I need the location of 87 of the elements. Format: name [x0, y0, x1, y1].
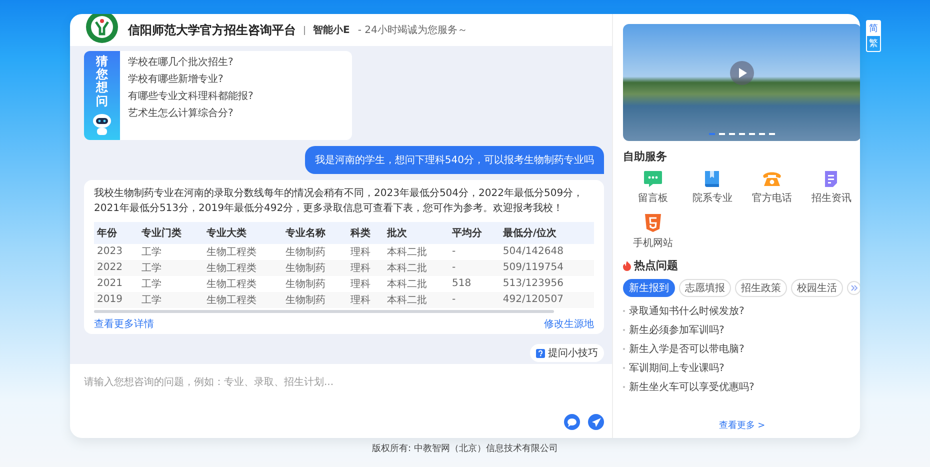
- table-cell: 518: [449, 276, 500, 292]
- column-header: 批次: [384, 222, 450, 244]
- flame-icon: [623, 260, 631, 270]
- column-header: 年份: [94, 222, 138, 244]
- column-header: 最低分/位次: [500, 222, 594, 244]
- table-cell: 本科二批: [384, 276, 450, 292]
- column-header: 科类: [347, 222, 384, 244]
- suggested-question[interactable]: 有哪些专业文科理科都能报?: [128, 87, 344, 104]
- table-cell: 2021: [94, 276, 138, 292]
- table-cell: -: [449, 244, 500, 260]
- robot-icon: [91, 112, 113, 136]
- suggestions-title: 猜您想问: [96, 55, 108, 108]
- topic-tab[interactable]: 招生政策: [735, 279, 787, 297]
- school-logo: [85, 14, 119, 44]
- table-cell: 理科: [347, 276, 384, 292]
- copyright-text: 版权所有: 中教智网（北京）信息技术有限公司: [371, 442, 559, 455]
- topic-tab[interactable]: 校园生活: [791, 279, 843, 297]
- question-input[interactable]: 请输入您想咨询的问题，例如：专业、录取、招生计划...: [82, 376, 604, 389]
- table-cell: 生物制药: [282, 292, 348, 308]
- html5-shield-icon: [644, 213, 662, 233]
- assistant-name: 智能小E: [313, 24, 350, 37]
- column-header: 专业门类: [138, 222, 204, 244]
- column-header: 专业大类: [203, 222, 282, 244]
- table-cell: 生物制药: [282, 276, 348, 292]
- column-header: 平均分: [449, 222, 500, 244]
- answer-text: 我校生物制药专业在河南的录取分数线每年的情况会稍有不同，2023年最低分504分，2022年最低分509分，2021年最低分513分，2019年最低分492分，更多录取信息可查看下表，您可作为参考。欢迎报考我校！: [94, 186, 584, 216]
- service-item[interactable]: 招生资讯: [802, 170, 860, 205]
- service-item[interactable]: 留言板: [623, 170, 682, 205]
- chat-button[interactable]: [564, 414, 580, 430]
- answer-link[interactable]: 修改生源地: [544, 316, 594, 331]
- play-icon[interactable]: [730, 61, 754, 86]
- chat-icon: [567, 418, 577, 426]
- paper-plane-icon: [592, 418, 600, 426]
- table-cell: 生物制药: [282, 260, 348, 276]
- platform-title: 信阳师范大学官方招生咨询平台: [128, 22, 296, 38]
- table-cell: 生物工程类: [203, 244, 282, 260]
- table-cell: 工学: [138, 244, 204, 260]
- hot-question[interactable]: 新生必须参加军训吗?: [629, 323, 724, 337]
- double-chevron-icon[interactable]: [847, 281, 860, 295]
- table-cell: 理科: [347, 292, 384, 308]
- table-cell: 生物制药: [282, 244, 348, 260]
- table-cell: -: [449, 292, 500, 308]
- table-cell: 509/119754: [500, 260, 594, 276]
- chat-bubble-icon: [642, 170, 663, 188]
- table-cell: 2023: [94, 244, 138, 260]
- table-cell: 生物工程类: [203, 260, 282, 276]
- suggested-question[interactable]: 学校在哪几个批次招生?: [128, 53, 344, 70]
- question-icon: [536, 348, 545, 358]
- table-cell: 本科二批: [384, 244, 450, 260]
- service-item[interactable]: 院系专业: [682, 170, 742, 205]
- book-icon: [703, 170, 722, 188]
- tagline: - 24小时竭诚为您服务～: [358, 24, 468, 37]
- table-cell: 本科二批: [384, 260, 450, 276]
- column-header: 专业名称: [282, 222, 348, 244]
- table-cell: 生物工程类: [203, 292, 282, 308]
- table-cell: 理科: [347, 260, 384, 276]
- table-cell: 2022: [94, 260, 138, 276]
- table-cell: 理科: [347, 244, 384, 260]
- table-cell: 513/123956: [500, 276, 594, 292]
- hot-question[interactable]: 新生入学是否可以带电脑?: [629, 342, 744, 356]
- table-cell: 504/142648: [500, 244, 594, 260]
- language-button[interactable]: 简: [867, 21, 880, 36]
- table-cell: 工学: [138, 292, 204, 308]
- table-cell: 492/120507: [500, 292, 594, 308]
- answer-link[interactable]: 查看更多详情: [94, 316, 154, 331]
- service-item[interactable]: 手机网站: [623, 213, 682, 250]
- user-message: 我是河南的学生，想问下理科540分，可以报考生物制药专业吗: [304, 146, 604, 174]
- table-cell: 2019: [94, 292, 138, 308]
- hot-question[interactable]: 录取通知书什么时候发放?: [629, 304, 744, 318]
- view-more-link[interactable]: 查看更多 >: [718, 419, 766, 432]
- hot-question[interactable]: 军训期间上专业课吗?: [629, 361, 724, 375]
- telephone-icon: [762, 170, 782, 188]
- table-cell: 生物工程类: [203, 276, 282, 292]
- section-title: 自助服务: [623, 149, 667, 164]
- topic-tab[interactable]: 志愿填报: [679, 279, 731, 297]
- table-cell: 本科二批: [384, 292, 450, 308]
- tips-button[interactable]: 提问小技巧: [530, 344, 604, 362]
- table-cell: 工学: [138, 276, 204, 292]
- section-title: 热点问题: [634, 258, 678, 273]
- table-cell: -: [449, 260, 500, 276]
- service-item[interactable]: 官方电话: [742, 170, 802, 205]
- send-button[interactable]: [588, 414, 604, 430]
- suggested-question[interactable]: 学校有哪些新增专业?: [128, 70, 344, 87]
- topic-tab[interactable]: 新生报到: [623, 279, 675, 297]
- hot-question[interactable]: 新生坐火车可以享受优惠吗?: [629, 380, 754, 394]
- suggested-question[interactable]: 艺术生怎么计算综合分?: [128, 104, 344, 121]
- table-cell: 工学: [138, 260, 204, 276]
